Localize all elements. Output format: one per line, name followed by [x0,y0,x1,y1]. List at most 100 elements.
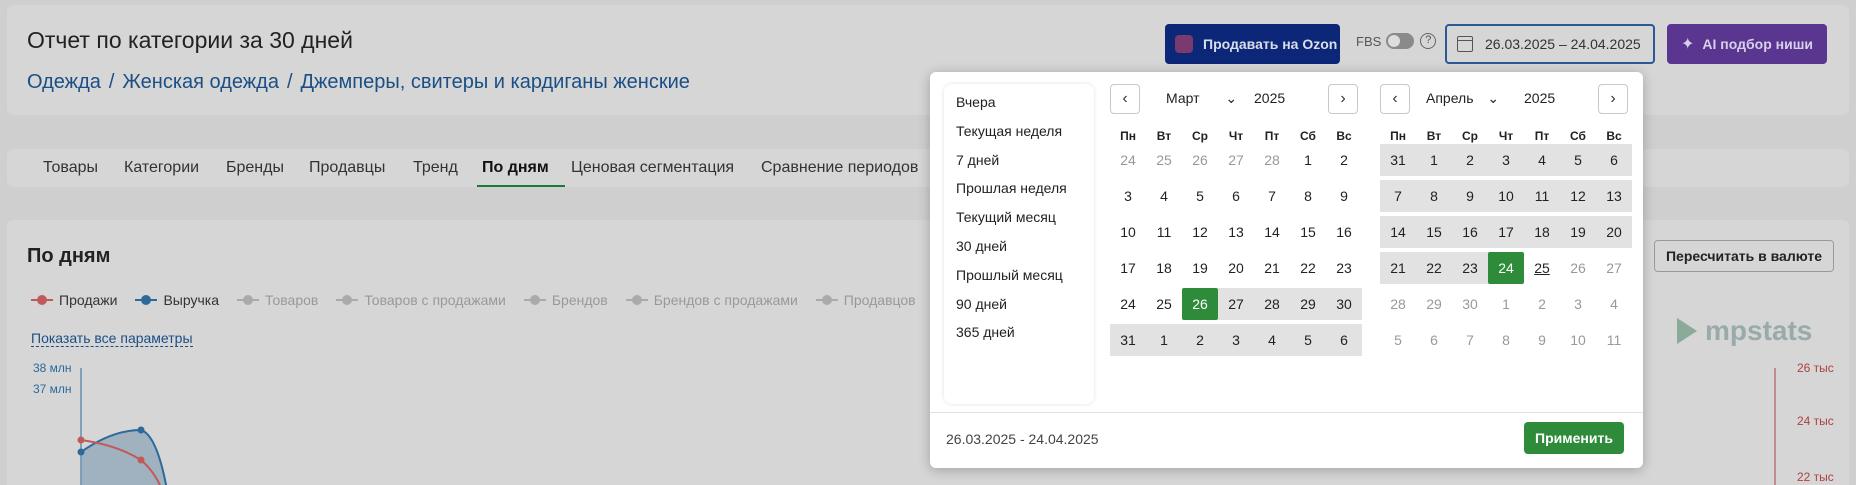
calendar-day[interactable]: 6 [1218,180,1254,212]
calendar-day[interactable]: 5 [1182,180,1218,212]
calendar-day[interactable]: 21 [1254,252,1290,284]
tab-brands[interactable]: Бренды [226,159,284,177]
calendar-day[interactable]: 30 [1326,288,1362,320]
fbs-toggle[interactable] [1386,33,1415,49]
calendar-day[interactable]: 13 [1218,216,1254,248]
ai-niche-button[interactable]: ✦ AI подбор ниши [1667,24,1827,64]
prev-month-button[interactable]: ‹ [1110,84,1140,114]
calendar-day[interactable]: 15 [1290,216,1326,248]
preset-item[interactable]: Вчера [956,94,996,110]
calendar-day[interactable]: 3 [1110,180,1146,212]
calendar-day[interactable]: 14 [1254,216,1290,248]
calendar-day[interactable]: 17 [1110,252,1146,284]
tab-by-days[interactable]: По дням [482,159,549,177]
next-month-button[interactable]: › [1328,84,1358,114]
preset-item[interactable]: Прошлый месяц [956,267,1063,283]
calendar-day[interactable]: 14 [1380,216,1416,248]
preset-item[interactable]: Текущая неделя [956,123,1062,139]
date-range-button[interactable]: 26.03.2025 – 24.04.2025 [1445,24,1655,64]
prev-month-button[interactable]: ‹ [1380,84,1410,114]
calendar-day[interactable]: 7 [1380,180,1416,212]
calendar-day[interactable]: 9 [1326,180,1362,212]
calendar-day[interactable]: 5 [1560,144,1596,176]
calendar-day[interactable]: 17 [1488,216,1524,248]
calendar-day[interactable]: 16 [1326,216,1362,248]
preset-item[interactable]: Текущий месяц [956,209,1056,225]
calendar-day[interactable]: 6 [1596,144,1632,176]
breadcrumb-item-sweaters[interactable]: Джемперы, свитеры и кардиганы женские [301,71,690,93]
calendar-day[interactable]: 19 [1560,216,1596,248]
calendar-day[interactable]: 11 [1146,216,1182,248]
calendar-day[interactable]: 11 [1524,180,1560,212]
calendar-day[interactable]: 24 [1110,288,1146,320]
calendar-day[interactable]: 3 [1218,324,1254,356]
tab-products[interactable]: Товары [43,159,98,177]
calendar-day[interactable]: 18 [1146,252,1182,284]
calendar-day[interactable]: 31 [1380,144,1416,176]
calendar-day[interactable]: 10 [1488,180,1524,212]
calendar-day[interactable]: 3 [1488,144,1524,176]
breadcrumb-item-clothing[interactable]: Одежда [27,71,101,93]
calendar-day[interactable]: 2 [1182,324,1218,356]
calendar-day[interactable]: 23 [1452,252,1488,284]
calendar-day[interactable]: 7 [1254,180,1290,212]
calendar-day[interactable]: 18 [1524,216,1560,248]
preset-item[interactable]: 90 дней [956,296,1007,312]
preset-item[interactable]: 7 дней [956,152,999,168]
calendar-day[interactable]: 12 [1560,180,1596,212]
calendar-day: 7 [1466,332,1474,348]
tab-price-segmentation[interactable]: Ценовая сегментация [571,159,734,177]
calendar-day[interactable]: 20 [1218,252,1254,284]
tab-period-comparison[interactable]: Сравнение периодов [761,159,918,177]
calendar-day[interactable]: 25 [1146,288,1182,320]
year-label-right[interactable]: 2025 [1524,90,1555,106]
calendar-day[interactable]: 29 [1290,288,1326,320]
calendar-day[interactable]: 23 [1326,252,1362,284]
tab-categories[interactable]: Категории [124,159,199,177]
calendar-day[interactable]: 19 [1182,252,1218,284]
sell-on-ozon-button[interactable]: Продавать на Ozon [1165,24,1340,64]
next-month-button[interactable]: › [1598,84,1628,114]
calendar-day[interactable]: 4 [1524,144,1560,176]
calendar-day[interactable]: 4 [1254,324,1290,356]
calendar-day[interactable]: 25 [1524,252,1560,284]
calendar-day[interactable]: 5 [1290,324,1326,356]
calendar-day[interactable]: 15 [1416,216,1452,248]
breadcrumb-item-women[interactable]: Женская одежда [122,71,279,93]
calendar-day[interactable]: 1 [1416,144,1452,176]
calendar-day[interactable]: 27 [1218,288,1254,320]
calendar-day[interactable]: 1 [1146,324,1182,356]
preset-item[interactable]: 30 дней [956,238,1007,254]
preset-item[interactable]: Прошлая неделя [956,180,1067,196]
revenue-point [77,448,85,456]
year-label-left[interactable]: 2025 [1254,90,1285,106]
calendar-day[interactable]: 22 [1416,252,1452,284]
calendar-day[interactable]: 21 [1380,252,1416,284]
month-select-right[interactable]: Апрель ⌄ [1426,90,1499,107]
calendar-day[interactable]: 31 [1110,324,1146,356]
date-picker-popup: Вчера Текущая неделя 7 дней Прошлая неделя Т… [930,72,1643,468]
calendar-day[interactable]: 8 [1290,180,1326,212]
calendar-day[interactable]: 6 [1326,324,1362,356]
calendar-day[interactable]: 1 [1290,144,1326,176]
tab-trend[interactable]: Тренд [413,159,458,177]
calendar-day[interactable]: 24 [1488,252,1524,284]
calendar-day[interactable]: 16 [1452,216,1488,248]
apply-button[interactable]: Применить [1524,422,1624,454]
calendar-day[interactable]: 22 [1290,252,1326,284]
calendar-day[interactable]: 2 [1326,144,1362,176]
calendar-day[interactable]: 20 [1596,216,1632,248]
calendar-day[interactable]: 12 [1182,216,1218,248]
calendar-day[interactable]: 13 [1596,180,1632,212]
help-icon[interactable]: ? [1420,33,1437,49]
calendar-day[interactable]: 28 [1254,288,1290,320]
calendar-day[interactable]: 26 [1182,288,1218,320]
calendar-day[interactable]: 10 [1110,216,1146,248]
calendar-day[interactable]: 4 [1146,180,1182,212]
tab-sellers[interactable]: Продавцы [309,159,385,177]
calendar-day[interactable]: 9 [1452,180,1488,212]
calendar-day[interactable]: 8 [1416,180,1452,212]
preset-item[interactable]: 365 дней [956,324,1015,340]
calendar-day[interactable]: 2 [1452,144,1488,176]
month-select-left[interactable]: Март ⌄ [1166,90,1237,107]
